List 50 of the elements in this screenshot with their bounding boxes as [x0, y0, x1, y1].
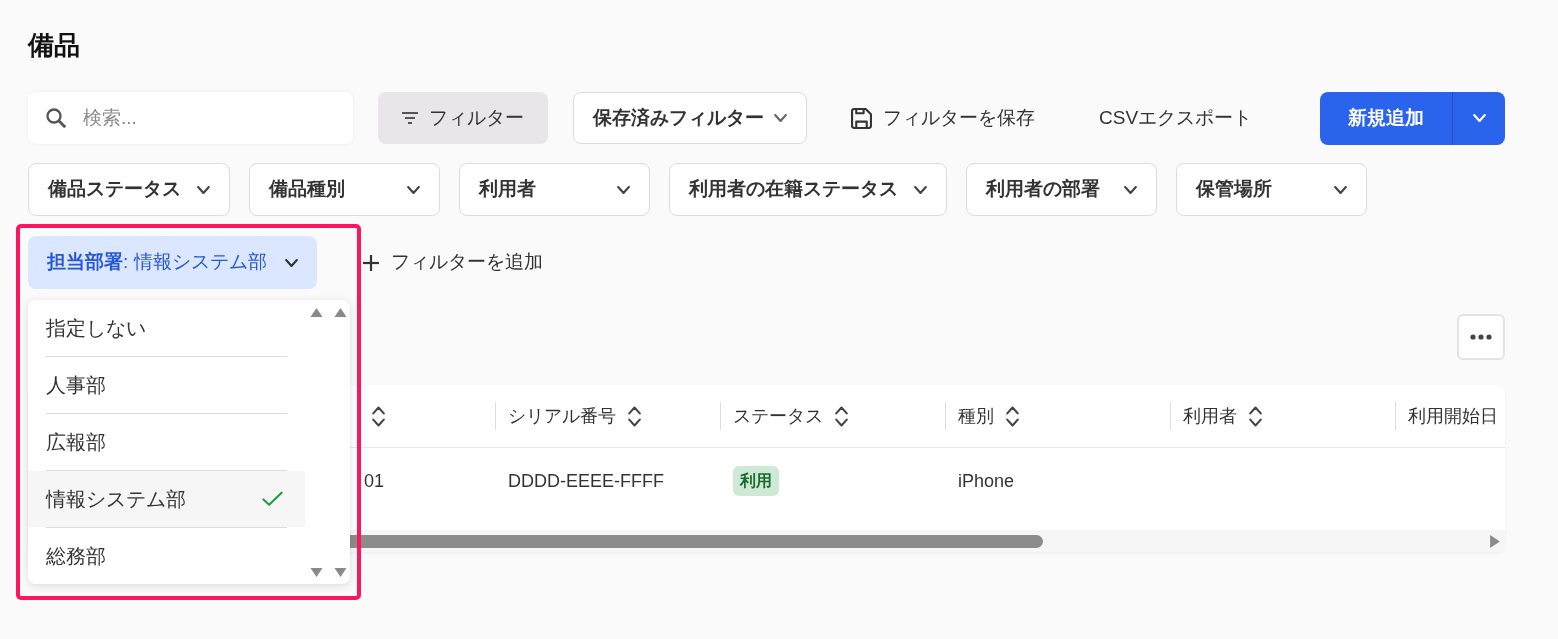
- filter-dropdown[interactable]: 備品ステータス: [28, 163, 230, 216]
- scroll-up-icon[interactable]: [334, 308, 347, 317]
- add-new-button[interactable]: 新規追加: [1320, 91, 1452, 145]
- dropdown-option[interactable]: 情報システム部: [28, 471, 305, 527]
- dropdown-option[interactable]: 指定しない: [28, 300, 305, 356]
- chevron-down-icon: [774, 114, 787, 122]
- saved-filters-dropdown[interactable]: 保存済みフィルター: [573, 92, 807, 144]
- chevron-down-icon: [407, 185, 420, 194]
- column-header[interactable]: シリアル番号: [508, 402, 641, 430]
- column-header[interactable]: 利用開始日: [1408, 402, 1498, 430]
- csv-export-button[interactable]: CSVエクスポート: [1099, 103, 1253, 133]
- column-header[interactable]: 種別: [958, 402, 1019, 430]
- chevron-down-icon: [1334, 185, 1347, 194]
- save-filter-button[interactable]: フィルターを保存: [851, 103, 1035, 133]
- filter-icon: [402, 112, 418, 124]
- active-filter-chip[interactable]: 担当部署: 情報システム部: [28, 236, 317, 289]
- ellipsis-icon: [1470, 334, 1492, 340]
- chevron-down-icon: [1472, 114, 1486, 122]
- search-icon: [46, 108, 66, 128]
- scroll-down-icon[interactable]: [310, 568, 323, 577]
- plus-icon: [362, 254, 379, 271]
- filter-dropdown[interactable]: 備品種別: [249, 163, 440, 216]
- search-field[interactable]: 検索...: [28, 92, 353, 144]
- column-header[interactable]: ステータス: [733, 402, 848, 430]
- column-header[interactable]: 利用者: [1183, 402, 1262, 430]
- save-icon: [851, 107, 872, 129]
- filter-dropdown[interactable]: 利用者の在籍ステータス: [669, 163, 947, 216]
- chevron-down-icon: [197, 185, 210, 194]
- filter-dropdown[interactable]: 保管場所: [1176, 163, 1367, 216]
- check-icon: [262, 491, 283, 507]
- dropdown-option[interactable]: 総務部: [28, 528, 305, 584]
- more-options-button[interactable]: [1457, 314, 1505, 360]
- scroll-right-icon[interactable]: [1490, 534, 1500, 548]
- chevron-down-icon: [1124, 185, 1137, 194]
- filter-button[interactable]: フィルター: [378, 92, 548, 144]
- sort-icon[interactable]: [372, 405, 385, 427]
- filter-dropdown[interactable]: 利用者の部署: [966, 163, 1157, 216]
- scroll-up-icon[interactable]: [310, 308, 323, 317]
- filter-dropdown[interactable]: 利用者: [459, 163, 650, 216]
- table-cell-text: DDDD-EEEE-FFFF: [508, 469, 664, 493]
- page-title: 備品: [28, 29, 80, 62]
- chevron-down-icon: [284, 258, 298, 267]
- scroll-down-icon[interactable]: [334, 568, 347, 577]
- add-new-menu-button[interactable]: [1452, 91, 1505, 145]
- table-cell-text: 01: [364, 469, 385, 493]
- add-filter-button[interactable]: フィルターを追加: [362, 248, 543, 277]
- chevron-down-icon: [617, 185, 630, 194]
- status-badge: 利用: [733, 466, 779, 496]
- chevron-down-icon: [914, 185, 927, 194]
- table-cell-text: iPhone: [958, 469, 1015, 493]
